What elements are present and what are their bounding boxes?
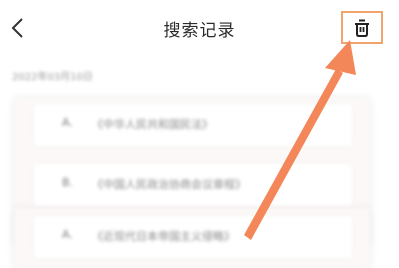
arrow-shaft: [244, 69, 343, 240]
arrow-head: [325, 40, 356, 75]
annotation-arrow: [244, 40, 356, 240]
